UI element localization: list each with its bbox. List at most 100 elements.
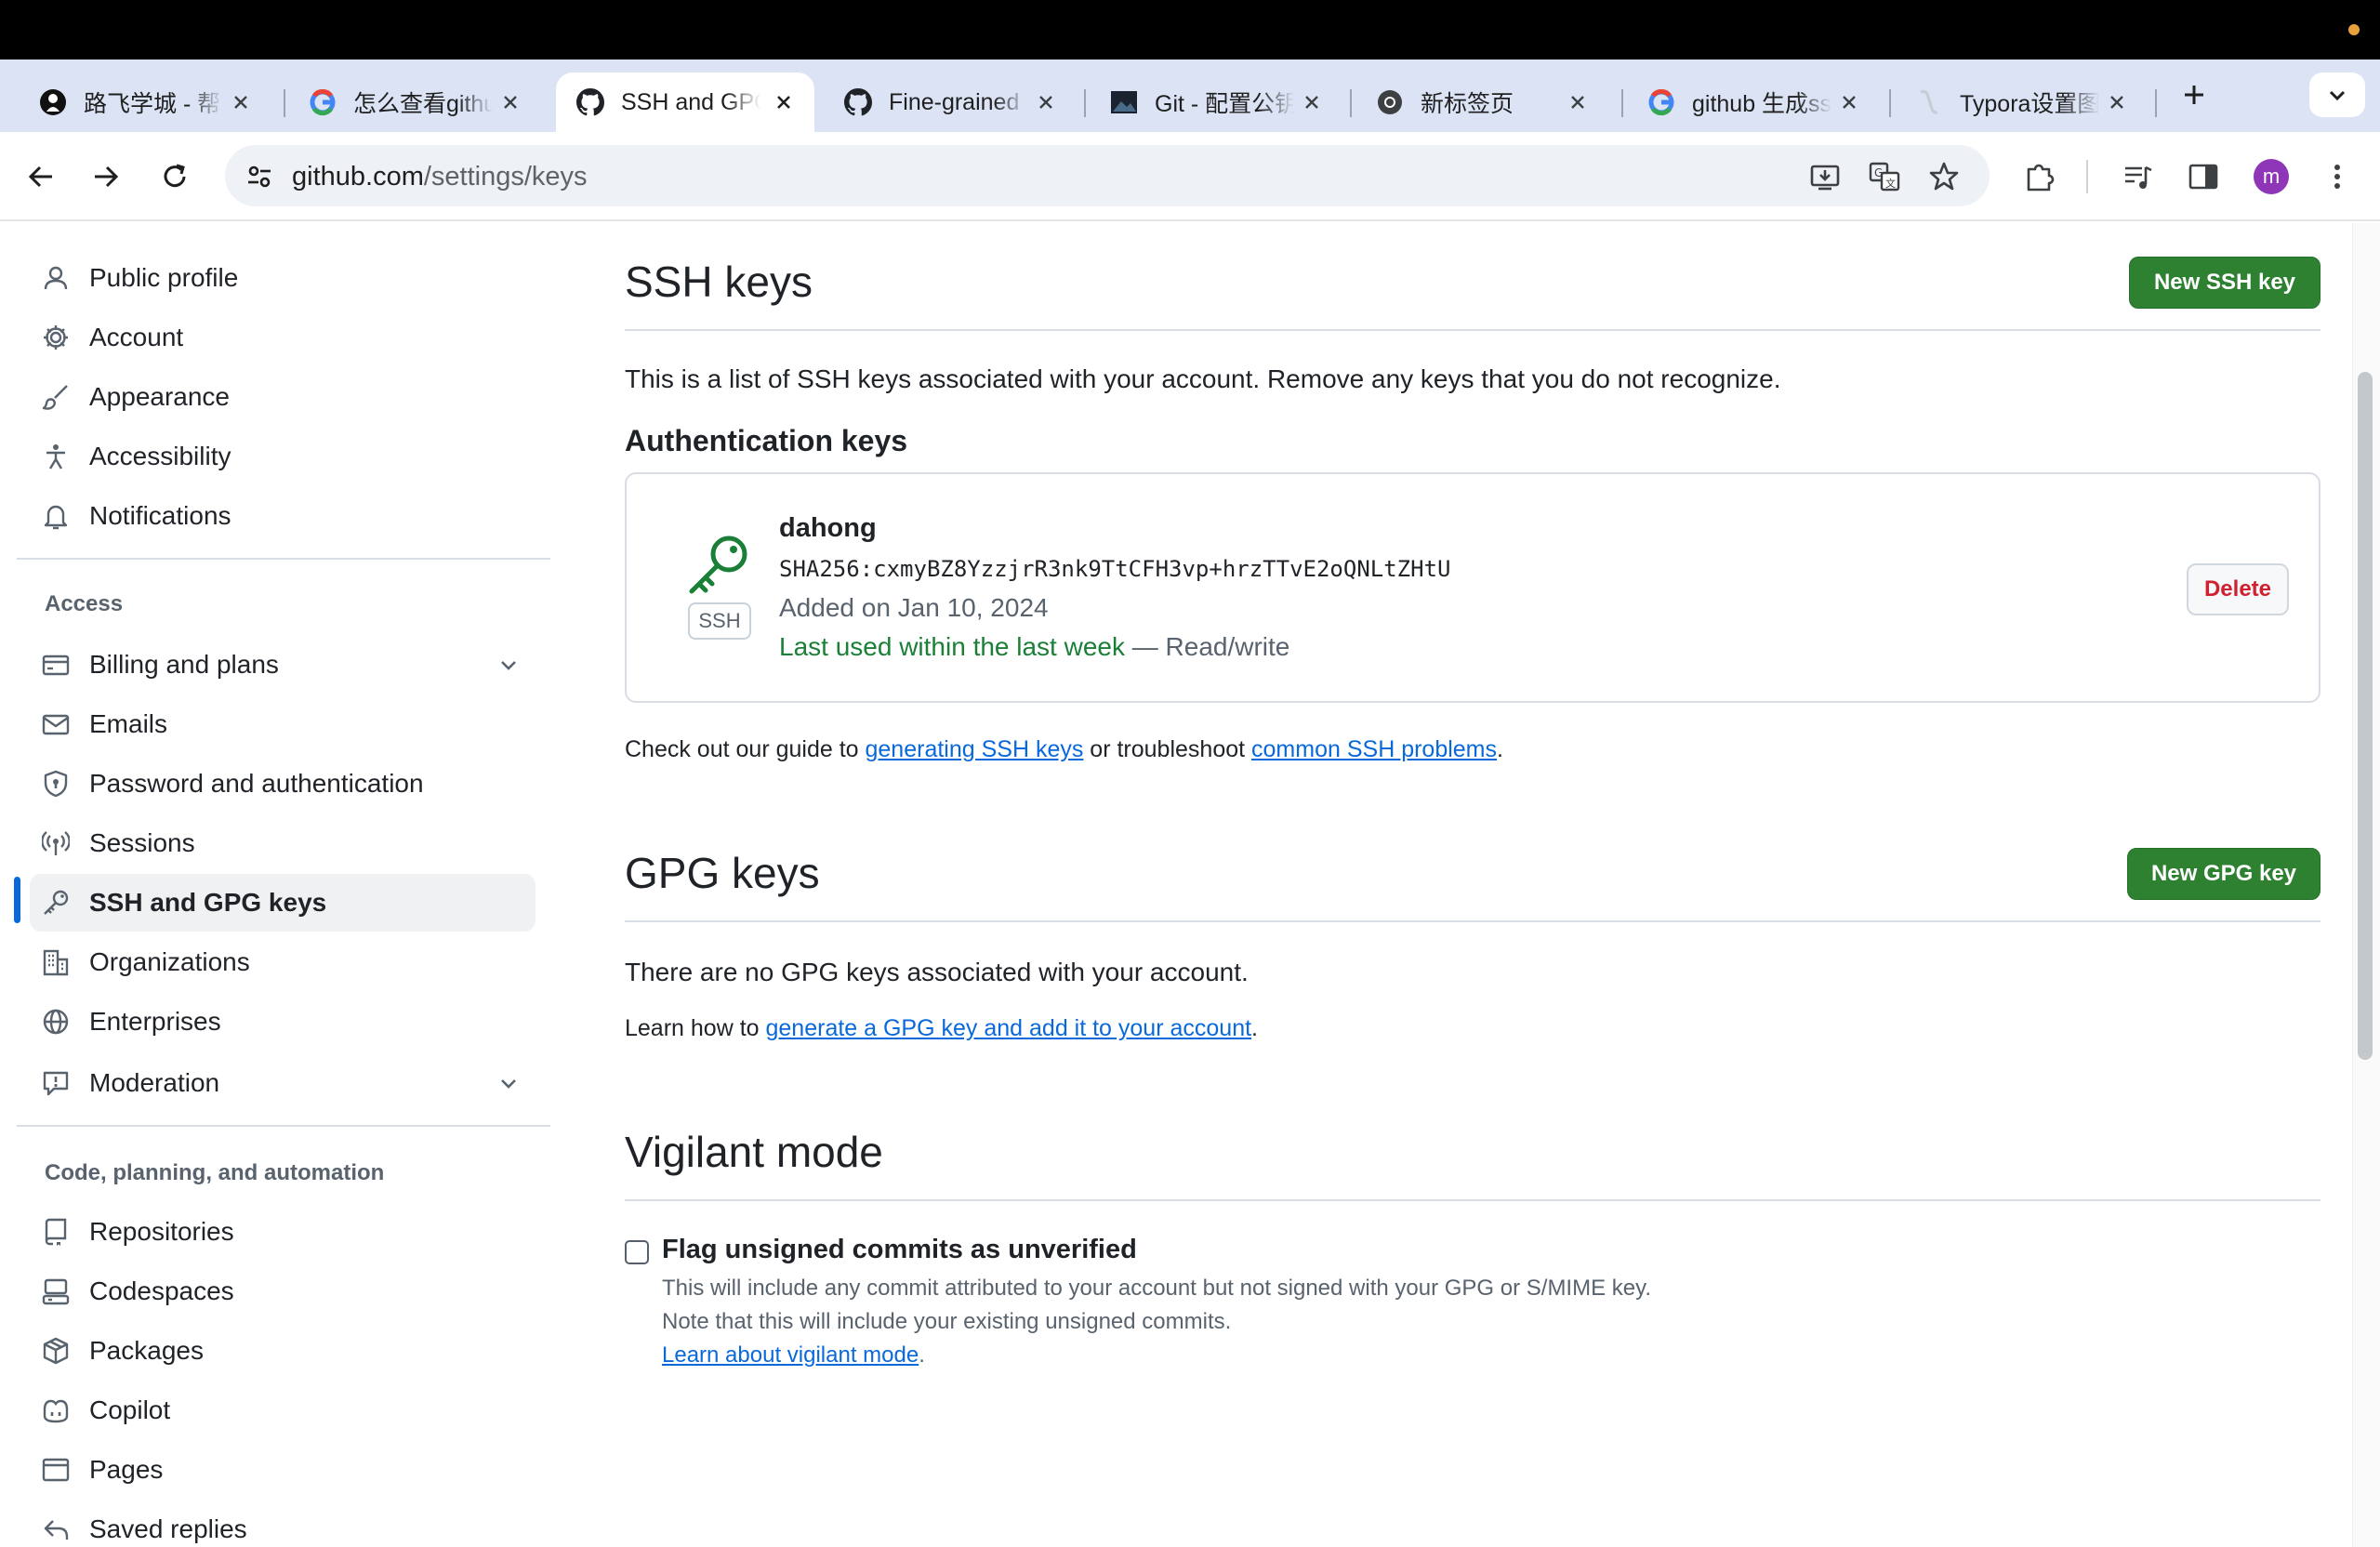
luffy-icon [39,88,67,116]
browser-tab-google-search[interactable]: 怎么查看github [288,73,541,132]
generating-ssh-keys-link[interactable]: generating SSH keys [866,736,1084,762]
sidebar-heading-access: Access [45,591,124,616]
translate-icon[interactable]: G文 [1867,159,1902,194]
reply-icon [41,1514,71,1544]
tab-label: SSH and GPG keys [621,88,760,115]
close-icon[interactable] [770,88,798,116]
google-icon [1647,88,1675,116]
settings-sidebar: Public profile Account Appearance Access… [0,223,558,1547]
tab-label: 怎么查看github [353,91,493,117]
side-panel-icon[interactable] [2185,158,2222,195]
browser-tab-luffy[interactable]: 路飞学城 - 帮助 [19,73,271,132]
sidebar-item-accessibility[interactable]: Accessibility [30,428,536,485]
browser-tab-typora[interactable]: Typora设置图 [1895,73,2148,132]
ssh-key-usage: Last used within the last week — Read/wr… [779,632,1289,662]
close-icon[interactable] [1835,88,1863,116]
new-ssh-key-button[interactable]: New SSH key [2129,257,2320,309]
learn-vigilant-mode-link[interactable]: Learn about vigilant mode [662,1342,919,1368]
media-control-icon[interactable] [2120,158,2157,195]
browser-tab-new-tab[interactable]: 新标签页 [1355,73,1608,132]
common-ssh-problems-link[interactable]: common SSH problems [1251,736,1497,762]
page-scrollbar-thumb[interactable] [2358,372,2373,1060]
close-icon[interactable] [1032,88,1060,116]
github-icon [844,88,872,116]
close-icon[interactable] [1298,88,1326,116]
install-app-icon[interactable] [1807,159,1843,194]
sidebar-item-notifications[interactable]: Notifications [30,487,536,545]
vigilant-learn-text: Learn about vigilant mode. [662,1342,925,1368]
sidebar-item-pages[interactable]: Pages [30,1441,536,1499]
sidebar-item-moderation[interactable]: Moderation [30,1054,536,1112]
copilot-icon [41,1395,71,1425]
close-icon[interactable] [227,88,255,116]
chevron-down-icon[interactable] [495,651,522,679]
address-bar[interactable]: github.com/settings/keys G文 [225,145,1990,206]
arrow-right-icon [95,165,119,188]
chrome-icon [1376,88,1404,116]
close-icon[interactable] [1564,88,1592,116]
sidebar-item-public-profile[interactable]: Public profile [30,249,536,307]
browser-tab-fine-grained[interactable]: Fine-grained [824,73,1077,132]
tab-label: Typora设置图 [1960,91,2099,117]
sidebar-item-appearance[interactable]: Appearance [30,368,536,426]
sidebar-item-copilot[interactable]: Copilot [30,1382,536,1439]
new-gpg-key-button[interactable]: New GPG key [2127,848,2320,900]
tab-label: Git - 配置公钥 [1155,91,1294,117]
chevron-down-icon[interactable] [495,1069,522,1097]
ssh-key-access: — Read/write [1124,632,1290,661]
tab-separator [284,89,285,117]
url-text[interactable]: github.com/settings/keys [292,162,588,192]
codespaces-icon [41,1276,71,1306]
profile-avatar[interactable]: m [2254,159,2289,194]
tab-separator [1889,89,1891,117]
reload-icon [164,164,186,188]
sidebar-item-packages[interactable]: Packages [30,1322,536,1380]
system-top-bar [0,0,2380,60]
sidebar-item-codespaces[interactable]: Codespaces [30,1263,536,1320]
flag-unsigned-commits-label[interactable]: Flag unsigned commits as unverified [662,1235,1137,1265]
ssh-guide-text: Check out our guide to generating SSH ke… [625,736,1503,762]
sidebar-heading-code: Code, planning, and automation [45,1160,385,1185]
generate-gpg-key-link[interactable]: generate a GPG key and add it to your ac… [766,1015,1252,1041]
browser-tab-ssh-gpg-keys[interactable]: SSH and GPG keys [556,73,814,132]
sidebar-item-ssh-gpg-keys[interactable]: SSH and GPG keys [30,874,536,932]
back-button[interactable] [20,156,61,197]
sidebar-item-repositories[interactable]: Repositories [30,1203,536,1261]
sidebar-item-enterprises[interactable]: Enterprises [30,993,536,1051]
svg-text:G: G [1874,166,1883,179]
close-icon[interactable] [2103,88,2131,116]
close-icon[interactable] [496,88,524,116]
tab-search-button[interactable] [2309,73,2365,117]
tab-strip: 路飞学城 - 帮助 怎么查看github SSH and GPG keys Fi… [0,60,2380,132]
report-icon [41,1068,71,1098]
extensions-icon[interactable] [2021,158,2058,195]
sidebar-item-saved-replies[interactable]: Saved replies [30,1501,536,1547]
mail-icon [41,709,71,739]
forward-button[interactable] [86,156,126,197]
flag-unsigned-commits-checkbox[interactable] [625,1240,649,1264]
new-tab-button[interactable] [2175,76,2213,113]
package-icon [41,1336,71,1366]
sidebar-item-emails[interactable]: Emails [30,695,536,753]
browser-toolbar: github.com/settings/keys G文 m [0,132,2380,221]
sidebar-item-billing[interactable]: Billing and plans [30,636,536,694]
kebab-menu-icon[interactable] [2319,158,2356,195]
delete-ssh-key-button[interactable]: Delete [2187,563,2289,615]
sidebar-item-sessions[interactable]: Sessions [30,814,536,872]
credit-card-icon [41,650,71,680]
accessibility-icon [41,442,71,471]
key-icon [41,888,71,918]
sidebar-item-organizations[interactable]: Organizations [30,933,536,991]
bookmark-star-icon[interactable] [1926,159,1962,194]
browser-tab-git-config[interactable]: Git - 配置公钥 [1090,73,1342,132]
status-dot [2348,24,2360,35]
site-info-icon[interactable] [244,161,275,192]
reload-button[interactable] [154,156,195,197]
organization-icon [41,947,71,977]
sidebar-item-password-auth[interactable]: Password and authentication [30,755,536,813]
gpg-empty-text: There are no GPG keys associated with yo… [625,958,1249,986]
ssh-key-last-used: Last used within the last week [779,632,1125,661]
globe-icon [41,1007,71,1037]
browser-tab-github-ssh-search[interactable]: github 生成ssh [1627,73,1880,132]
sidebar-item-account[interactable]: Account [30,309,536,366]
